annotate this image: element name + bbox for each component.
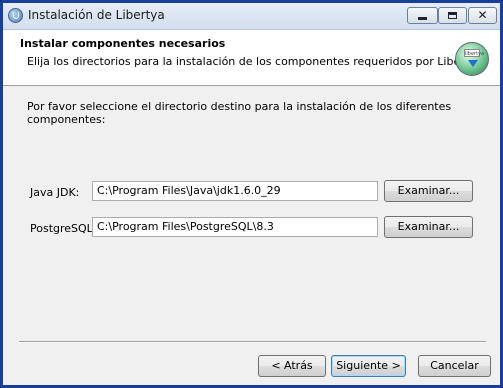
window-title: Instalación de Libertya <box>28 8 165 22</box>
java-jdk-path-input[interactable]: C:\Program Files\Java\jdk1.6.0_29 <box>92 181 378 201</box>
installer-window: Instalación de Libertya ✕ Instalar compo… <box>0 0 503 388</box>
page-subtitle: Elija los directorios para la instalació… <box>27 55 486 68</box>
download-arrow-icon <box>468 60 478 67</box>
maximize-button[interactable] <box>438 7 467 24</box>
footer-separator <box>19 341 486 343</box>
logo-badge: libertya <box>464 49 485 57</box>
page-title: Instalar componentes necesarios <box>20 37 226 50</box>
postgresql-label: PostgreSQL: <box>30 222 97 235</box>
minimize-button[interactable] <box>407 7 438 24</box>
java-browse-button[interactable]: Examinar... <box>384 180 473 202</box>
postgresql-path-input[interactable]: C:\Program Files\PostgreSQL\8.3 <box>92 217 378 237</box>
wizard-header: Instalar componentes necesarios Elija lo… <box>3 30 500 86</box>
next-button[interactable]: Siguiente > <box>331 355 406 377</box>
java-jdk-label: Java JDK: <box>30 186 80 199</box>
postgresql-browse-button[interactable]: Examinar... <box>384 216 473 238</box>
close-button[interactable]: ✕ <box>468 7 497 24</box>
title-bar[interactable]: Instalación de Libertya ✕ <box>3 3 500 30</box>
intro-text: Por favor seleccione el directorio desti… <box>27 100 452 126</box>
minimize-icon <box>418 17 427 20</box>
cancel-button[interactable]: Cancelar <box>418 355 491 377</box>
app-icon <box>8 8 23 23</box>
back-button[interactable]: < Atrás <box>258 355 326 377</box>
close-icon: ✕ <box>477 8 488 22</box>
libertya-logo-icon: libertya <box>455 42 489 76</box>
maximize-icon <box>448 12 457 19</box>
